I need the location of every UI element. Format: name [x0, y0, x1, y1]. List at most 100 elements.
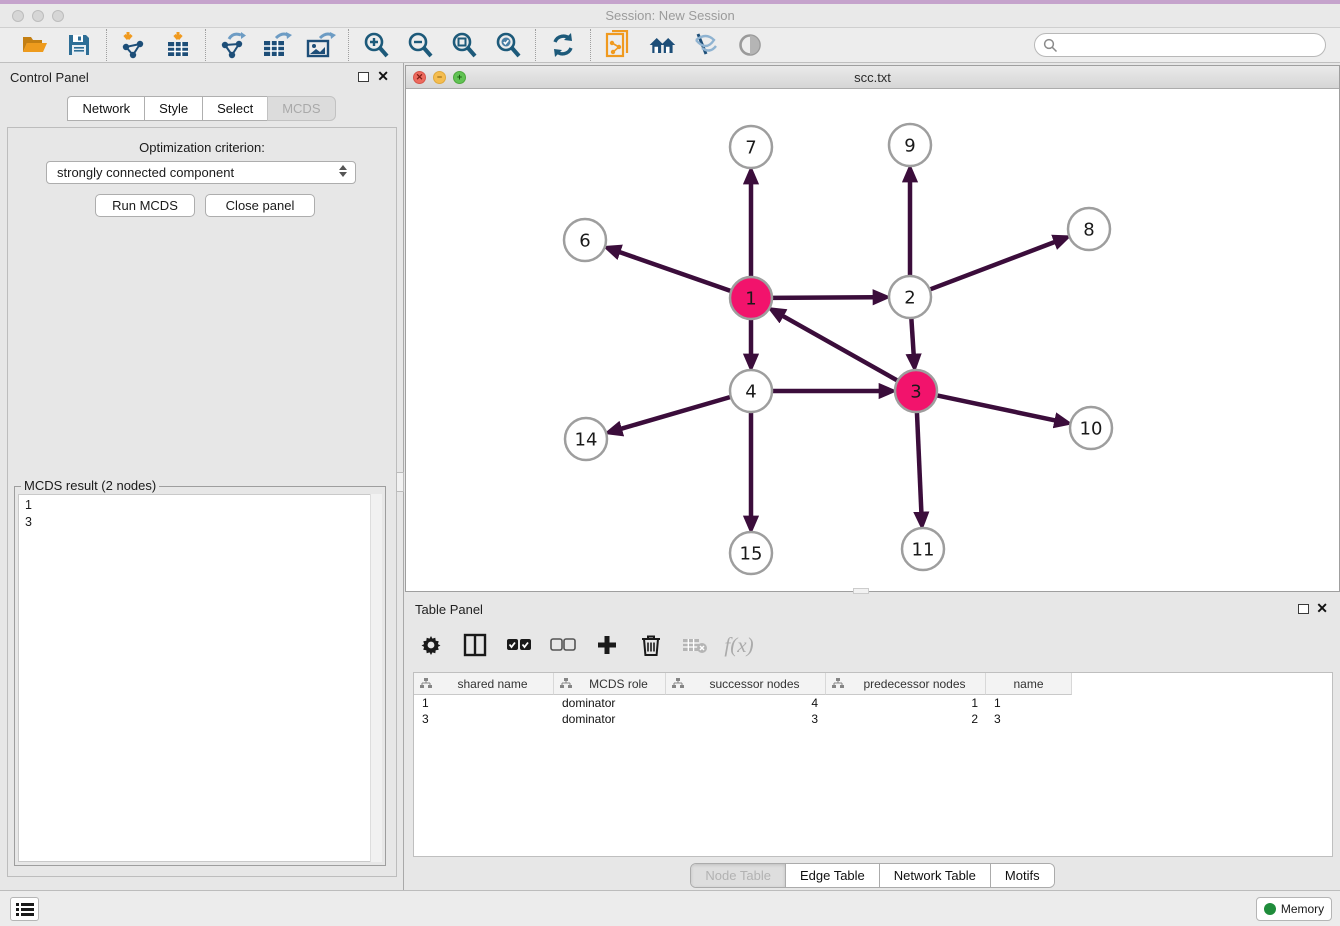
select-all-checkboxes-icon[interactable] — [505, 631, 533, 659]
close-table-panel-icon[interactable]: ✕ — [1316, 600, 1328, 616]
tab-network-table[interactable]: Network Table — [880, 864, 991, 887]
tab-edge-table[interactable]: Edge Table — [786, 864, 880, 887]
float-panel-icon[interactable] — [358, 72, 369, 82]
vertical-splitter-grip[interactable] — [396, 472, 404, 492]
cell-predecessor-nodes[interactable]: 1 — [826, 695, 986, 711]
optimization-criterion-value: strongly connected component — [57, 165, 234, 180]
node-table[interactable]: shared nameMCDS rolesuccessor nodesprede… — [413, 672, 1333, 857]
column-header-successor-nodes[interactable]: successor nodes — [666, 673, 826, 695]
edge-3-11[interactable] — [917, 412, 921, 513]
mcds-result-title: MCDS result (2 nodes) — [21, 478, 159, 493]
cell-successor-nodes[interactable]: 4 — [666, 695, 826, 711]
tab-node-table[interactable]: Node Table — [691, 864, 786, 887]
edge-2-3[interactable] — [911, 318, 913, 355]
edge-2-8[interactable] — [930, 242, 1056, 290]
column-type-icon — [560, 678, 572, 689]
search-input[interactable] — [1034, 33, 1326, 57]
optimization-criterion-label: Optimization criterion: — [8, 140, 396, 155]
close-panel-button[interactable]: Close panel — [205, 194, 315, 217]
cell-successor-nodes[interactable]: 3 — [666, 711, 826, 727]
delete-table-icon[interactable] — [681, 631, 709, 659]
export-image-icon[interactable] — [306, 30, 336, 60]
zoom-in-icon[interactable] — [361, 30, 391, 60]
node-label-10: 10 — [1080, 419, 1103, 440]
search-field[interactable] — [1063, 38, 1317, 52]
cell-name[interactable]: 1 — [986, 695, 1072, 711]
zoom-fit-icon[interactable] — [449, 30, 479, 60]
tab-mcds[interactable]: MCDS — [267, 96, 335, 121]
export-network-icon[interactable] — [218, 30, 248, 60]
cell-shared-name[interactable]: 3 — [414, 711, 554, 727]
deselect-all-checkboxes-icon[interactable] — [549, 631, 577, 659]
column-header-shared-name[interactable]: shared name — [414, 673, 554, 695]
column-header-MCDS-role[interactable]: MCDS role — [554, 673, 666, 695]
cell-MCDS-role[interactable]: dominator — [554, 695, 666, 711]
column-type-icon — [832, 678, 844, 689]
show-graphics-details-icon[interactable] — [735, 30, 765, 60]
zoom-out-icon[interactable] — [405, 30, 435, 60]
node-label-1: 1 — [745, 289, 756, 310]
node-label-15: 15 — [740, 544, 763, 565]
mcds-result-text[interactable]: 1 3 — [18, 494, 382, 862]
memory-button[interactable]: Memory — [1256, 897, 1332, 921]
first-neighbors-icon[interactable] — [647, 30, 677, 60]
export-table-icon[interactable] — [262, 30, 292, 60]
import-table-icon[interactable] — [163, 30, 193, 60]
tab-motifs[interactable]: Motifs — [991, 864, 1054, 887]
import-network-icon[interactable] — [119, 30, 149, 60]
edge-1-2[interactable] — [772, 297, 874, 298]
control-panel: Control Panel ✕ Network Style Select MCD… — [0, 63, 404, 890]
open-session-icon[interactable] — [20, 30, 50, 60]
window-title: Session: New Session — [0, 8, 1340, 23]
tab-network[interactable]: Network — [67, 96, 144, 121]
column-settings-gear-icon[interactable] — [417, 631, 445, 659]
horizontal-splitter-grip[interactable] — [853, 588, 869, 594]
main-toolbar — [0, 28, 1340, 63]
control-panel-tabs: Network Style Select MCDS — [0, 96, 403, 121]
network-canvas[interactable]: 7968124314101511 — [406, 89, 1339, 591]
refresh-layout-icon[interactable] — [548, 30, 578, 60]
select-chevrons-icon — [339, 165, 347, 177]
tab-style[interactable]: Style — [144, 96, 202, 121]
edge-3-1[interactable] — [782, 316, 897, 381]
node-label-3: 3 — [910, 382, 921, 403]
column-header-name[interactable]: name — [986, 673, 1072, 695]
tab-select[interactable]: Select — [202, 96, 267, 121]
column-type-icon — [672, 678, 684, 689]
save-session-icon[interactable] — [64, 30, 94, 60]
network-window-titlebar[interactable]: ✕ − + scc.txt — [406, 66, 1339, 89]
delete-column-trash-icon[interactable] — [637, 631, 665, 659]
mcds-result-scrollbar[interactable] — [370, 494, 382, 862]
column-type-icon — [420, 678, 432, 689]
hide-selection-icon[interactable] — [691, 30, 721, 60]
function-builder-icon[interactable]: f(x) — [725, 631, 753, 659]
show-column-panel-icon[interactable] — [461, 631, 489, 659]
close-panel-icon[interactable]: ✕ — [377, 68, 389, 84]
node-label-7: 7 — [745, 138, 756, 159]
edge-3-10[interactable] — [937, 395, 1056, 420]
task-history-button[interactable] — [10, 897, 39, 921]
add-column-icon[interactable] — [593, 631, 621, 659]
new-network-from-selection-icon[interactable] — [603, 30, 633, 60]
node-label-8: 8 — [1083, 220, 1094, 241]
cell-MCDS-role[interactable]: dominator — [554, 711, 666, 727]
float-table-panel-icon[interactable] — [1298, 604, 1309, 614]
edge-4-14[interactable] — [621, 397, 731, 429]
cell-name[interactable]: 3 — [986, 711, 1072, 727]
table-row[interactable]: 1dominator411 — [414, 695, 1332, 711]
task-list-icon — [16, 902, 34, 916]
node-label-4: 4 — [745, 382, 756, 403]
column-header-predecessor-nodes[interactable]: predecessor nodes — [826, 673, 986, 695]
network-view-window: ✕ − + scc.txt 7968124314101511 — [405, 65, 1340, 592]
table-toolbar: f(x) — [417, 625, 753, 665]
cell-shared-name[interactable]: 1 — [414, 695, 554, 711]
network-graph[interactable]: 7968124314101511 — [406, 89, 1339, 591]
zoom-selected-icon[interactable] — [493, 30, 523, 60]
table-body: 1dominator4113dominator323 — [414, 695, 1332, 727]
table-row[interactable]: 3dominator323 — [414, 711, 1332, 727]
edge-1-6[interactable] — [619, 252, 731, 291]
optimization-criterion-select[interactable]: strongly connected component — [46, 161, 356, 184]
node-label-2: 2 — [904, 288, 915, 309]
cell-predecessor-nodes[interactable]: 2 — [826, 711, 986, 727]
run-mcds-button[interactable]: Run MCDS — [95, 194, 195, 217]
